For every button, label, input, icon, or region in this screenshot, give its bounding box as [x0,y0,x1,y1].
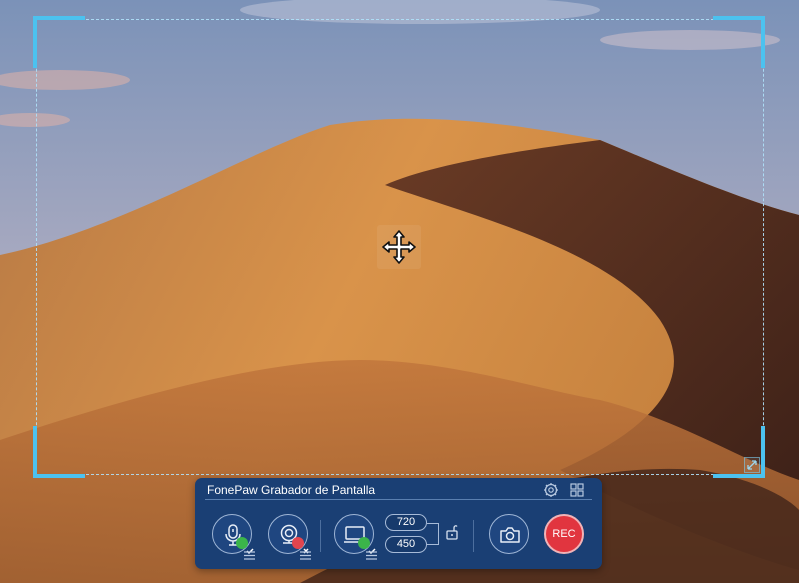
screenshot-button[interactable] [489,514,529,554]
record-button[interactable]: REC [544,514,584,554]
recorder-toolbar: FonePaw Grabador de Pantalla 720 450 REC [195,478,602,569]
enabled-check-icon [358,537,376,555]
toolbar-separator [473,520,474,552]
grid-icon[interactable] [569,482,585,498]
aspect-link-bracket [427,523,439,545]
move-cross-arrows-icon[interactable] [377,225,421,269]
display-menu-icon[interactable] [366,551,377,560]
toolbar-separator [320,520,321,552]
webcam-menu-icon[interactable] [300,551,311,560]
enabled-check-icon [236,537,254,555]
resize-diagonal-icon[interactable] [744,457,760,473]
height-field[interactable]: 450 [385,536,427,553]
corner-handle-top-left[interactable] [33,16,85,68]
width-field[interactable]: 720 [385,514,427,531]
camera-icon [500,527,520,543]
microphone-button[interactable] [212,514,254,555]
microphone-menu-icon[interactable] [244,551,255,560]
title-divider [205,499,592,500]
toolbar-title: FonePaw Grabador de Pantalla [207,483,376,497]
corner-handle-bottom-left[interactable] [33,426,85,478]
gear-icon[interactable] [543,482,559,498]
disabled-x-icon [292,537,309,554]
unlock-icon[interactable] [445,524,459,540]
webcam-button[interactable] [268,514,309,554]
corner-handle-top-right[interactable] [713,16,765,68]
display-button[interactable] [334,514,376,555]
